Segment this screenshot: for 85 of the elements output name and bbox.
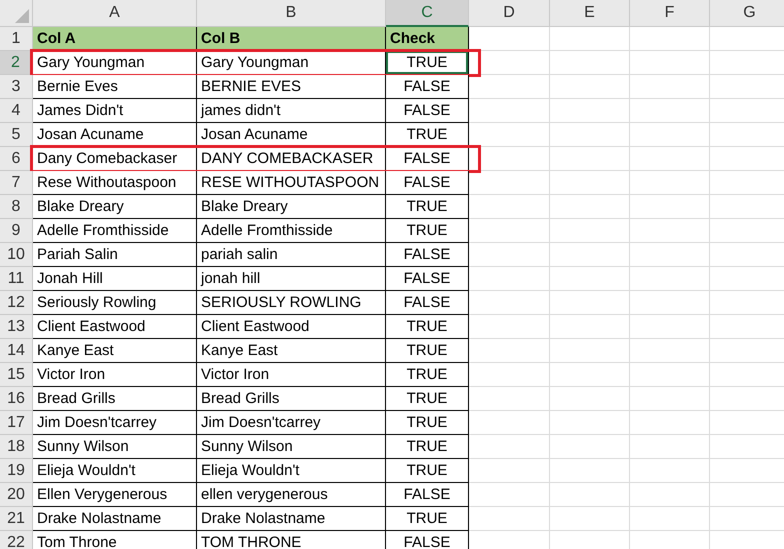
table-cell: TRUE (386, 51, 469, 75)
table-cell: Victor Iron (197, 363, 386, 387)
table-cell: Jim Doesn'tcarrey (33, 411, 197, 435)
table-cell: FALSE (386, 243, 469, 267)
table-cell: Jonah Hill (33, 267, 197, 291)
table-cell: Drake Nolastname (33, 507, 197, 531)
table-cell: FALSE (386, 75, 469, 99)
table-cell: TRUE (386, 411, 469, 435)
row-header[interactable]: 14 (0, 339, 33, 363)
table-cell: TRUE (386, 315, 469, 339)
row-header[interactable]: 16 (0, 387, 33, 411)
table-cell: James Didn't (33, 99, 197, 123)
table-cell: Adelle Fromthisside (33, 219, 197, 243)
table-cell: TRUE (386, 339, 469, 363)
table-cell: Kanye East (33, 339, 197, 363)
column-title: Check (386, 27, 469, 51)
table-cell: Seriously Rowling (33, 291, 197, 315)
row-header[interactable]: 5 (0, 123, 33, 147)
column-header[interactable]: F (630, 0, 710, 27)
table-cell: Elieja Wouldn't (33, 459, 197, 483)
table-cell: Pariah Salin (33, 243, 197, 267)
table-cell: TRUE (386, 387, 469, 411)
table-cell: Bread Grills (197, 387, 386, 411)
table-cell: Client Eastwood (197, 315, 386, 339)
table-cell: Sunny Wilson (33, 435, 197, 459)
table-cell: ellen verygenerous (197, 483, 386, 507)
table-cell: TRUE (386, 435, 469, 459)
table-cell: Blake Dreary (197, 195, 386, 219)
table-cell: Adelle Fromthisside (197, 219, 386, 243)
row-header[interactable]: 3 (0, 75, 33, 99)
row-header[interactable]: 18 (0, 435, 33, 459)
table-cell: BERNIE EVES (197, 75, 386, 99)
row-header[interactable]: 7 (0, 171, 33, 195)
column-header[interactable]: G (710, 0, 784, 27)
table-cell: TRUE (386, 195, 469, 219)
row-header[interactable]: 17 (0, 411, 33, 435)
table-cell: pariah salin (197, 243, 386, 267)
table-cell: Bread Grills (33, 387, 197, 411)
table-cell: Blake Dreary (33, 195, 197, 219)
table-cell: Ellen Verygenerous (33, 483, 197, 507)
row-header[interactable]: 20 (0, 483, 33, 507)
table-cell: TRUE (386, 507, 469, 531)
table-cell: FALSE (386, 267, 469, 291)
row-header[interactable]: 13 (0, 315, 33, 339)
table-cell: Sunny Wilson (197, 435, 386, 459)
table-cell: RESE WITHOUTASPOON (197, 171, 386, 195)
row-header[interactable]: 12 (0, 291, 33, 315)
row-header[interactable]: 11 (0, 267, 33, 291)
table-cell: TRUE (386, 459, 469, 483)
column-title: Col B (197, 27, 386, 51)
table-cell: Bernie Eves (33, 75, 197, 99)
table-cell: FALSE (386, 483, 469, 507)
table-cell: SERIOUSLY ROWLING (197, 291, 386, 315)
table-cell: Victor Iron (33, 363, 197, 387)
row-header[interactable]: 15 (0, 363, 33, 387)
table-cell: jonah hill (197, 267, 386, 291)
table-cell: TRUE (386, 363, 469, 387)
table-cell: Kanye East (197, 339, 386, 363)
table-cell: Elieja Wouldn't (197, 459, 386, 483)
column-header[interactable]: D (469, 0, 550, 27)
row-header[interactable]: 19 (0, 459, 33, 483)
row-header[interactable]: 6 (0, 147, 33, 171)
column-header[interactable]: A (33, 0, 197, 27)
column-header[interactable]: B (197, 0, 386, 27)
table-cell: Drake Nolastname (197, 507, 386, 531)
table-cell: TRUE (386, 219, 469, 243)
column-header[interactable]: E (550, 0, 630, 27)
row-header[interactable]: 22 (0, 531, 33, 549)
table-cell: Jim Doesn'tcarrey (197, 411, 386, 435)
column-header[interactable]: C (386, 0, 469, 27)
table-cell: FALSE (386, 171, 469, 195)
table-cell: FALSE (386, 291, 469, 315)
row-header[interactable]: 8 (0, 195, 33, 219)
table-cell: Client Eastwood (33, 315, 197, 339)
row-header[interactable]: 2 (0, 51, 33, 75)
table-cell: james didn't (197, 99, 386, 123)
row-header[interactable]: 1 (0, 27, 33, 51)
select-all-corner[interactable] (0, 0, 33, 27)
column-title: Col A (33, 27, 197, 51)
row-header[interactable]: 21 (0, 507, 33, 531)
row-header[interactable]: 10 (0, 243, 33, 267)
row-header[interactable]: 9 (0, 219, 33, 243)
table-cell: FALSE (386, 99, 469, 123)
table-cell: Rese Withoutaspoon (33, 171, 197, 195)
row-header[interactable]: 4 (0, 99, 33, 123)
